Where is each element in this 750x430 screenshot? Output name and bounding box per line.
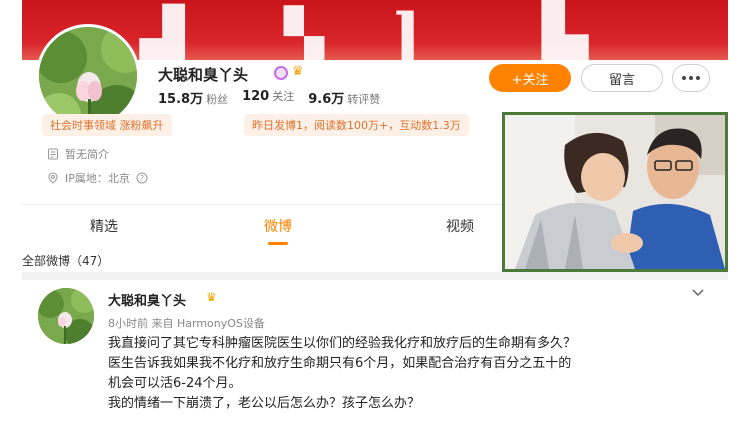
chevron-down-icon[interactable] [690, 284, 706, 300]
more-options-button[interactable] [672, 64, 710, 92]
post-author-avatar[interactable] [38, 288, 94, 344]
follow-button[interactable]: +关注 [489, 64, 571, 92]
reposts-stat[interactable]: 9.6万 转评赞 [308, 88, 380, 107]
section-separator [22, 272, 728, 280]
post-text-line: 机会可以活6-24个月。 [108, 376, 242, 391]
profile-name: 大聪和臭丫头 [158, 66, 249, 84]
ip-location-text: IP属地：北京 [65, 172, 130, 185]
domain-tag[interactable]: 社会时事领域 涨粉飙升 [42, 114, 172, 136]
post-meta: 8小时前 来自 HarmonyOS设备 [108, 317, 265, 330]
more-dot-icon [689, 76, 693, 80]
active-tab-indicator [268, 242, 288, 245]
bio-row: 暂无简介 [46, 146, 109, 162]
reposts-label: 转评赞 [347, 93, 381, 106]
post-text-line: 我的情绪一下崩溃了，老公以后怎么办？孩子怎么办？ [108, 396, 421, 411]
followers-count: 15.8万 [158, 92, 204, 107]
crown-icon[interactable]: ♛ [292, 64, 304, 79]
post-text-line: 医生告诉我如果我不化疗和放疗生命期只有6个月，如果配合治疗有百分之五十的 [108, 356, 572, 371]
banner-calligraphy: ▟ [140, 4, 185, 60]
banner-calligraphy: ▚ [284, 6, 324, 60]
svg-text:?: ? [140, 174, 144, 183]
following-label: 关注 [272, 90, 295, 103]
profile-stats: 15.8万 粉丝 120 关注 9.6万 转评赞 [158, 88, 380, 107]
member-badge-icon[interactable] [274, 66, 288, 80]
document-icon [46, 148, 59, 161]
tab-video[interactable]: 视频 [446, 216, 474, 236]
banner-calligraphy: ▙ [542, 0, 589, 60]
message-button[interactable]: 留言 [581, 64, 663, 92]
crown-icon: ♛ [206, 290, 217, 304]
following-stat[interactable]: 120 关注 [242, 88, 294, 107]
post-author-name[interactable]: 大聪和臭丫头 [108, 290, 186, 309]
more-dot-icon [682, 76, 686, 80]
following-count: 120 [242, 89, 270, 104]
profile-avatar[interactable] [36, 24, 140, 128]
tab-weibo[interactable]: 微博 [264, 216, 292, 236]
banner-calligraphy: ɭ [394, 0, 421, 60]
couple-photo [502, 112, 728, 272]
post-text-line: 我直接问了其它专科肿瘤医院医生以你们的经验我化疗和放疗后的生命期有多久？ [108, 336, 577, 351]
ip-row: IP属地：北京 ? [46, 170, 149, 186]
location-icon [46, 172, 59, 185]
activity-tag[interactable]: 昨日发博1，阅读数100万+，互动数1.3万 [244, 114, 469, 136]
more-dot-icon [696, 76, 700, 80]
reposts-count: 9.6万 [308, 92, 345, 107]
followers-stat[interactable]: 15.8万 粉丝 [158, 88, 228, 107]
tab-featured[interactable]: 精选 [90, 216, 118, 236]
followers-label: 粉丝 [206, 93, 229, 106]
bio-text: 暂无简介 [65, 148, 109, 161]
help-icon[interactable]: ? [136, 172, 149, 185]
